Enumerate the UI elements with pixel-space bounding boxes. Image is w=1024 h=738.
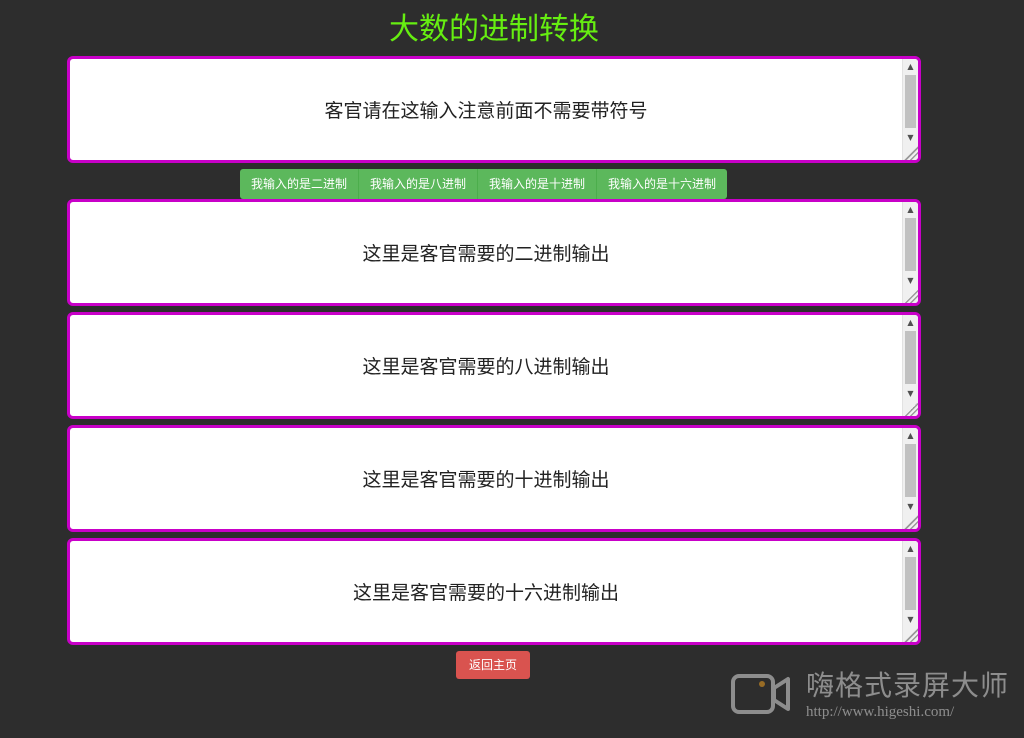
back-home-button[interactable]: 返回主页: [456, 651, 530, 679]
scroll-up-arrow-icon[interactable]: ▲: [903, 428, 918, 442]
decimal-output-scrollbar[interactable]: ▲ ▼: [902, 428, 918, 529]
scroll-down-arrow-icon[interactable]: ▼: [903, 499, 918, 513]
hex-output[interactable]: 这里是客官需要的十六进制输出 ▲ ▼: [67, 538, 921, 645]
decimal-output-placeholder: 这里是客官需要的十进制输出: [362, 469, 610, 491]
watermark-url: http://www.higeshi.com/: [806, 704, 955, 720]
scroll-up-arrow-icon[interactable]: ▲: [903, 59, 918, 73]
input-scrollbar[interactable]: ▲ ▼: [902, 59, 918, 160]
scroll-thumb[interactable]: [905, 218, 916, 271]
resize-grip-icon[interactable]: [903, 627, 918, 642]
input-placeholder: 客官请在这输入注意前面不需要带符号: [324, 100, 648, 122]
watermark: 嗨格式录屏大师 http://www.higeshi.com/: [728, 666, 1018, 726]
camera-icon: [731, 674, 790, 714]
hex-output-scrollbar[interactable]: ▲ ▼: [902, 541, 918, 642]
scroll-up-arrow-icon[interactable]: ▲: [903, 315, 918, 329]
scroll-down-arrow-icon[interactable]: ▼: [903, 386, 918, 400]
binary-output-placeholder: 这里是客官需要的二进制输出: [362, 243, 610, 265]
watermark-brand: 嗨格式录屏大师: [806, 669, 1010, 702]
input-hex-button[interactable]: 我输入的是十六进制: [597, 169, 728, 199]
scroll-thumb[interactable]: [905, 444, 916, 497]
page-title: 大数的进制转换: [389, 12, 599, 47]
base-button-group: 我输入的是二进制 我输入的是八进制 我输入的是十进制 我输入的是十六进制: [240, 169, 728, 199]
decimal-output[interactable]: 这里是客官需要的十进制输出 ▲ ▼: [67, 425, 921, 532]
number-input[interactable]: 客官请在这输入注意前面不需要带符号 ▲ ▼: [67, 56, 921, 163]
octal-output-placeholder: 这里是客官需要的八进制输出: [362, 356, 610, 378]
resize-grip-icon[interactable]: [903, 288, 918, 303]
binary-output[interactable]: 这里是客官需要的二进制输出 ▲ ▼: [67, 199, 921, 306]
input-binary-button[interactable]: 我输入的是二进制: [240, 169, 360, 199]
resize-grip-icon[interactable]: [903, 514, 918, 529]
scroll-up-arrow-icon[interactable]: ▲: [903, 202, 918, 216]
scroll-up-arrow-icon[interactable]: ▲: [903, 541, 918, 555]
octal-output-scrollbar[interactable]: ▲ ▼: [902, 315, 918, 416]
octal-output[interactable]: 这里是客官需要的八进制输出 ▲ ▼: [67, 312, 921, 419]
page: 大数的进制转换 客官请在这输入注意前面不需要带符号 ▲ ▼ 我输入的是二进制 我…: [0, 0, 1024, 738]
scroll-thumb[interactable]: [905, 331, 916, 384]
resize-grip-icon[interactable]: [903, 145, 918, 160]
hex-output-placeholder: 这里是客官需要的十六进制输出: [352, 582, 619, 604]
scroll-thumb[interactable]: [905, 75, 916, 128]
scroll-down-arrow-icon[interactable]: ▼: [903, 612, 918, 626]
resize-grip-icon[interactable]: [903, 401, 918, 416]
binary-output-scrollbar[interactable]: ▲ ▼: [902, 202, 918, 303]
input-octal-button[interactable]: 我输入的是八进制: [359, 169, 479, 199]
scroll-thumb[interactable]: [905, 557, 916, 610]
input-decimal-button[interactable]: 我输入的是十进制: [478, 169, 598, 199]
scroll-down-arrow-icon[interactable]: ▼: [903, 273, 918, 287]
scroll-down-arrow-icon[interactable]: ▼: [903, 130, 918, 144]
